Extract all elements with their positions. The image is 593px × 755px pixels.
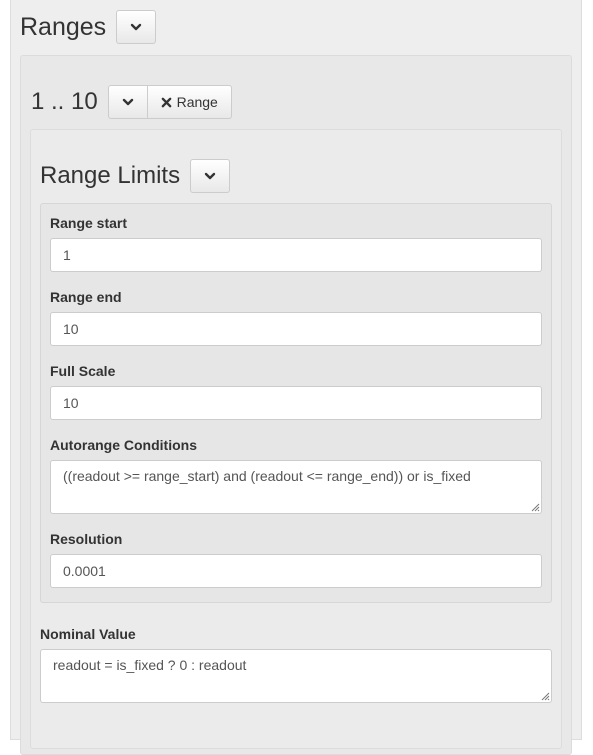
times-icon (161, 97, 171, 107)
resolution-input[interactable] (50, 554, 542, 588)
range-start-input[interactable] (50, 238, 542, 272)
remove-range-button[interactable]: Range (147, 85, 232, 119)
range-limits-header: Range Limits (40, 158, 231, 194)
range-item-title: 1 .. 10 (31, 88, 98, 115)
resolution-label: Resolution (50, 531, 123, 547)
range-end-input[interactable] (50, 312, 542, 346)
range-item-toggle-button[interactable] (107, 85, 148, 119)
chevron-down-icon (204, 172, 216, 180)
autorange-conditions-label: Autorange Conditions (50, 437, 197, 453)
resize-handle-icon[interactable] (531, 503, 540, 512)
full-scale-label: Full Scale (50, 363, 116, 379)
nominal-value-label: Nominal Value (40, 626, 136, 642)
chevron-down-icon (130, 23, 142, 31)
ranges-title: Ranges (20, 12, 107, 41)
ranges-toggle-button[interactable] (116, 10, 157, 44)
range-limits-toggle-button[interactable] (190, 159, 231, 193)
range-start-label: Range start (50, 215, 128, 231)
range-end-label: Range end (50, 289, 122, 305)
resize-handle-icon[interactable] (541, 692, 550, 701)
remove-range-label: Range (176, 94, 218, 110)
nominal-value-textarea[interactable]: readout = is_fixed ? 0 : readout (40, 649, 552, 703)
full-scale-input[interactable] (50, 386, 542, 420)
ranges-header: Ranges (20, 9, 157, 45)
chevron-down-icon (122, 98, 133, 106)
range-item-header: 1 .. 10 Range (31, 84, 232, 120)
autorange-conditions-textarea[interactable]: ((readout >= range_start) and (readout <… (50, 460, 542, 514)
range-item-button-group: Range (107, 85, 232, 119)
range-limits-title: Range Limits (40, 162, 181, 189)
